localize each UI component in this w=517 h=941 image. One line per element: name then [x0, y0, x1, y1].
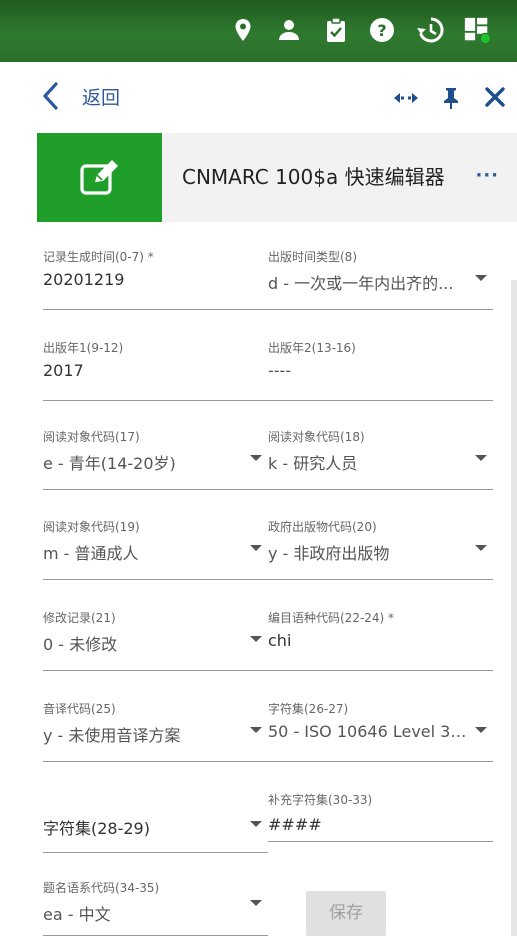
- record-date-field[interactable]: 记录生成时间(0-7) * 20201219: [43, 248, 268, 310]
- chevron-down-icon[interactable]: [250, 636, 262, 642]
- cat-lang-value[interactable]: chi: [268, 631, 468, 650]
- charset1-label: 字符集(26-27): [268, 702, 349, 716]
- pub-date-type-value[interactable]: d - 一次或一年内出齐的...: [268, 270, 468, 294]
- gov-pub-label: 政府出版物代码(20): [268, 520, 377, 534]
- svg-text:?: ?: [377, 21, 386, 40]
- gov-pub-select[interactable]: 政府出版物代码(20) y - 非政府出版物: [268, 518, 493, 580]
- charset2-placeholder[interactable]: 字符集(28-29): [43, 815, 243, 839]
- charset1-value[interactable]: 50 - ISO 10646 Level 3(U...: [268, 722, 468, 741]
- supp-charset-label: 补充字符集(30-33): [268, 793, 373, 807]
- audience2-value[interactable]: k - 研究人员: [268, 450, 468, 474]
- pub-date-type-label: 出版时间类型(8): [268, 250, 357, 264]
- pub-year2-label: 出版年2(13-16): [268, 341, 356, 355]
- chevron-down-icon[interactable]: [250, 545, 262, 551]
- title-script-label: 题名语系代码(34-35): [43, 881, 160, 895]
- nav-row: 返回: [0, 62, 517, 132]
- record-date-value[interactable]: 20201219: [43, 270, 243, 289]
- pub-year1-field[interactable]: 出版年1(9-12) 2017: [43, 339, 268, 401]
- audience1-label: 阅读对象代码(17): [43, 430, 140, 444]
- modified-select[interactable]: 修改记录(21) 0 - 未修改: [43, 609, 268, 671]
- translit-value[interactable]: y - 未使用音译方案: [43, 722, 243, 746]
- pub-date-type-select[interactable]: 出版时间类型(8) d - 一次或一年内出齐的...: [268, 248, 493, 310]
- chevron-down-icon[interactable]: [250, 821, 262, 827]
- edit-tile: [37, 133, 162, 222]
- gov-pub-value[interactable]: y - 非政府出版物: [268, 540, 468, 564]
- location-icon[interactable]: [229, 16, 257, 44]
- dashboard-icon[interactable]: [463, 16, 491, 44]
- clipboard-check-icon[interactable]: [322, 16, 350, 44]
- save-button[interactable]: 保存: [306, 891, 386, 936]
- editor-header: CNMARC 100$a 快速编辑器 ···: [37, 133, 517, 222]
- title-script-select[interactable]: 题名语系代码(34-35) ea - 中文: [43, 879, 268, 941]
- chevron-down-icon[interactable]: [250, 455, 262, 461]
- pub-year1-label: 出版年1(9-12): [43, 341, 124, 355]
- modified-value[interactable]: 0 - 未修改: [43, 631, 243, 655]
- modified-label: 修改记录(21): [43, 611, 116, 625]
- audience3-value[interactable]: m - 普通成人: [43, 540, 243, 564]
- supp-charset-value[interactable]: ####: [268, 815, 468, 834]
- scrollbar[interactable]: [511, 280, 517, 936]
- close-icon[interactable]: [484, 86, 506, 112]
- edit-icon: [79, 159, 118, 195]
- app-topbar: ?: [0, 0, 517, 62]
- page-title: CNMARC 100$a 快速编辑器: [182, 165, 445, 189]
- pin-icon[interactable]: [441, 86, 461, 114]
- chevron-down-icon[interactable]: [475, 727, 487, 733]
- chevron-down-icon[interactable]: [475, 455, 487, 461]
- charset1-select[interactable]: 字符集(26-27) 50 - ISO 10646 Level 3(U...: [268, 700, 493, 762]
- chevron-down-icon[interactable]: [250, 727, 262, 733]
- supp-charset-field[interactable]: 补充字符集(30-33) ####: [268, 791, 493, 853]
- chevron-down-icon[interactable]: [475, 275, 487, 281]
- back-button[interactable]: 返回: [40, 78, 120, 114]
- title-script-value[interactable]: ea - 中文: [43, 901, 243, 925]
- translit-select[interactable]: 音译代码(25) y - 未使用音译方案: [43, 700, 268, 762]
- pub-year1-value[interactable]: 2017: [43, 361, 243, 380]
- translit-label: 音译代码(25): [43, 702, 116, 716]
- expand-horizontal-icon[interactable]: [393, 90, 419, 109]
- chevron-down-icon[interactable]: [250, 900, 262, 906]
- history-icon[interactable]: [416, 16, 444, 44]
- help-icon[interactable]: ?: [368, 16, 396, 44]
- pub-year2-field[interactable]: 出版年2(13-16) ----: [268, 339, 493, 401]
- audience3-select[interactable]: 阅读对象代码(19) m - 普通成人: [43, 518, 268, 580]
- chevron-left-icon: [42, 82, 58, 110]
- record-date-label: 记录生成时间(0-7) *: [43, 250, 154, 264]
- pub-year2-value[interactable]: ----: [268, 361, 468, 380]
- audience3-label: 阅读对象代码(19): [43, 520, 140, 534]
- chevron-down-icon[interactable]: [475, 545, 487, 551]
- audience2-select[interactable]: 阅读对象代码(18) k - 研究人员: [268, 428, 493, 490]
- more-menu-icon[interactable]: ···: [475, 165, 499, 186]
- audience1-value[interactable]: e - 青年(14-20岁): [43, 450, 243, 474]
- cat-lang-field[interactable]: 编目语种代码(22-24) * chi: [268, 609, 493, 671]
- user-icon[interactable]: [275, 16, 303, 44]
- audience2-label: 阅读对象代码(18): [268, 430, 365, 444]
- cat-lang-label: 编目语种代码(22-24) *: [268, 611, 395, 625]
- charset2-select[interactable]: 字符集(28-29): [43, 791, 268, 853]
- back-label: 返回: [82, 86, 121, 109]
- audience1-select[interactable]: 阅读对象代码(17) e - 青年(14-20岁): [43, 428, 268, 490]
